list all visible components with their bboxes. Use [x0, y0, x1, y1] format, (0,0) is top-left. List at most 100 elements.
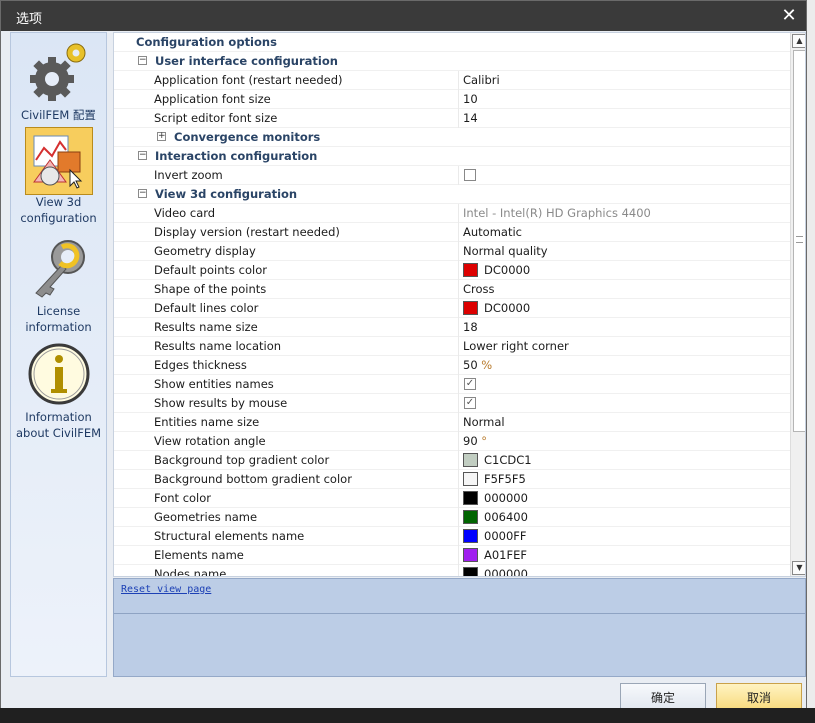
sidebar-item-info[interactable]: Information about CivilFEM [11, 341, 106, 441]
property-row[interactable]: Shape of the points Cross [114, 280, 790, 299]
color-value[interactable]: DC0000 [484, 261, 530, 279]
property-row[interactable]: Application font size 10 [114, 90, 790, 109]
collapse-toggle[interactable]: − [138, 56, 147, 65]
grid-root: Configuration options [114, 33, 790, 52]
scroll-down-button[interactable]: ▼ [792, 561, 805, 575]
property-label: Structural elements name [154, 529, 305, 543]
color-value[interactable]: F5F5F5 [484, 470, 526, 488]
expand-toggle[interactable]: + [157, 132, 166, 141]
property-row[interactable]: Entities name size Normal [114, 413, 790, 432]
property-row[interactable]: View rotation angle 90 ° [114, 432, 790, 451]
sidebar: CivilFEM 配置 View 3d configuration Licens… [10, 32, 107, 677]
category-convergence-monitors[interactable]: + Convergence monitors [114, 128, 790, 147]
category-ui-config[interactable]: − User interface configuration [114, 52, 790, 71]
color-value[interactable]: A01FEF [484, 546, 527, 564]
button-bar: 确定 取消 [1, 678, 806, 713]
color-swatch[interactable] [463, 491, 478, 505]
property-value[interactable]: 14 [463, 109, 478, 127]
color-swatch[interactable] [463, 453, 478, 467]
sidebar-item-license[interactable]: License information [11, 235, 106, 335]
color-swatch[interactable] [463, 263, 478, 277]
color-value[interactable]: 0000FF [484, 527, 527, 545]
property-row[interactable]: Application font (restart needed) Calibr… [114, 71, 790, 90]
property-row[interactable]: Font color 000000 [114, 489, 790, 508]
property-row[interactable]: Background bottom gradient color F5F5F5 [114, 470, 790, 489]
color-value[interactable]: C1CDC1 [484, 451, 532, 469]
property-value[interactable]: 18 [463, 318, 478, 336]
color-swatch[interactable] [463, 529, 478, 543]
property-label: Results name size [154, 320, 258, 334]
category-label: Interaction configuration [155, 149, 318, 163]
collapse-toggle[interactable]: − [138, 189, 147, 198]
property-row[interactable]: Results name size 18 [114, 318, 790, 337]
sidebar-item-view-3d[interactable]: View 3d configuration [11, 130, 106, 226]
property-label: Show entities names [154, 377, 274, 391]
property-label: Video card [154, 206, 216, 220]
taskbar [0, 708, 815, 723]
property-row[interactable]: Structural elements name 0000FF [114, 527, 790, 546]
property-label: Application font (restart needed) [154, 73, 343, 87]
close-button[interactable]: ✕ [772, 1, 806, 31]
collapse-toggle[interactable]: − [138, 151, 147, 160]
color-swatch[interactable] [463, 472, 478, 486]
color-swatch[interactable] [463, 510, 478, 524]
property-label: View rotation angle [154, 434, 266, 448]
property-row[interactable]: Show results by mouse ✓ [114, 394, 790, 413]
category-interaction-config[interactable]: − Interaction configuration [114, 147, 790, 166]
color-swatch[interactable] [463, 301, 478, 315]
options-dialog: 选项 ✕ CivilFEM 配置 View 3d configuration L… [0, 0, 807, 713]
show-results-by-mouse-checkbox[interactable]: ✓ [464, 397, 476, 409]
scroll-thumb[interactable] [793, 50, 805, 432]
scroll-up-button[interactable]: ▲ [792, 34, 805, 48]
property-row[interactable]: Background top gradient color C1CDC1 [114, 451, 790, 470]
show-entities-names-checkbox[interactable]: ✓ [464, 378, 476, 390]
property-row[interactable]: Invert zoom [114, 166, 790, 185]
color-value[interactable]: 000000 [484, 565, 528, 576]
property-label: Geometry display [154, 244, 256, 258]
color-value[interactable]: DC0000 [484, 299, 530, 317]
property-label: Default lines color [154, 301, 259, 315]
property-value[interactable]: Normal [463, 413, 505, 431]
color-swatch[interactable] [463, 567, 478, 576]
property-label: Elements name [154, 548, 244, 562]
property-label: Background top gradient color [154, 453, 330, 467]
vertical-scrollbar[interactable]: ▲ ▼ [790, 33, 805, 576]
category-label: Convergence monitors [174, 130, 321, 144]
property-row[interactable]: Elements name A01FEF [114, 546, 790, 565]
edges-thickness-value: 50 [463, 358, 478, 372]
property-row[interactable]: Display version (restart needed) Automat… [114, 223, 790, 242]
property-row[interactable]: Edges thickness 50 % [114, 356, 790, 375]
property-label: Entities name size [154, 415, 260, 429]
property-row[interactable]: Nodes name 000000 [114, 565, 790, 576]
property-value[interactable]: Calibri [463, 71, 500, 89]
title-bar: 选项 ✕ [1, 1, 806, 31]
property-value[interactable]: 50 % [463, 356, 492, 374]
property-value[interactable]: Cross [463, 280, 495, 298]
property-value[interactable]: 10 [463, 90, 478, 108]
property-label: Show results by mouse [154, 396, 288, 410]
property-label: Display version (restart needed) [154, 225, 340, 239]
property-label: Background bottom gradient color [154, 472, 352, 486]
property-label: Invert zoom [154, 168, 223, 182]
property-row[interactable]: Show entities names ✓ [114, 375, 790, 394]
property-row[interactable]: Script editor font size 14 [114, 109, 790, 128]
property-row[interactable]: Geometry display Normal quality [114, 242, 790, 261]
color-value[interactable]: 000000 [484, 489, 528, 507]
property-value[interactable]: Lower right corner [463, 337, 569, 355]
property-row[interactable]: Geometries name 006400 [114, 508, 790, 527]
property-grid: Configuration options − User interface c… [113, 32, 806, 577]
property-row[interactable]: Default lines color DC0000 [114, 299, 790, 318]
property-value[interactable]: 90 ° [463, 432, 487, 450]
property-value[interactable]: Normal quality [463, 242, 548, 260]
reset-view-page-link[interactable]: Reset view page [121, 584, 211, 595]
property-row[interactable]: Results name location Lower right corner [114, 337, 790, 356]
color-value[interactable]: 006400 [484, 508, 528, 526]
sidebar-item-civilfem-config[interactable]: CivilFEM 配置 [11, 39, 106, 123]
property-value[interactable]: Automatic [463, 223, 522, 241]
property-row[interactable]: Default points color DC0000 [114, 261, 790, 280]
property-label: Application font size [154, 92, 271, 106]
property-row[interactable]: Video card Intel - Intel(R) HD Graphics … [114, 204, 790, 223]
color-swatch[interactable] [463, 548, 478, 562]
category-view3d-config[interactable]: − View 3d configuration [114, 185, 790, 204]
invert-zoom-checkbox[interactable] [464, 169, 476, 181]
